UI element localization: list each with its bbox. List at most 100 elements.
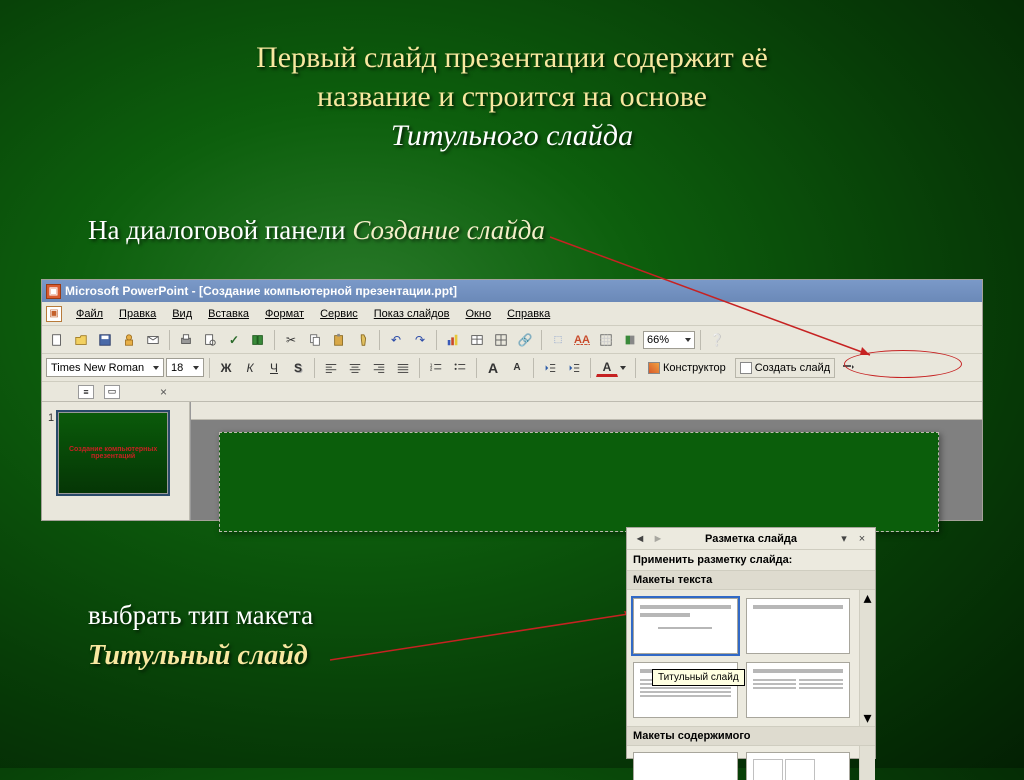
print-icon[interactable] — [175, 329, 197, 351]
layout-title-content[interactable]: Титульный слайд — [633, 662, 738, 718]
table-icon[interactable] — [466, 329, 488, 351]
help-icon[interactable]: ❔ — [706, 329, 728, 351]
body-text-1: На диалоговой панели Создание слайда — [88, 215, 545, 246]
font-color-icon[interactable]: A — [596, 358, 618, 377]
tables-borders-icon[interactable] — [490, 329, 512, 351]
numbered-list-icon[interactable]: 12 — [425, 357, 447, 379]
chart-icon[interactable] — [442, 329, 464, 351]
bold-button[interactable]: Ж — [215, 357, 237, 379]
pane-close-icon[interactable]: × — [854, 531, 870, 547]
title-line-1: Первый слайд презентации содержит её — [90, 38, 934, 77]
slides-tab-icon[interactable]: ▭ — [104, 385, 120, 399]
chevron-down-icon[interactable] — [620, 366, 626, 370]
workspace: 1 Создание компьютерных презентаций — [42, 402, 982, 520]
menubar: ▣ Файл Правка Вид Вставка Формат Сервис … — [42, 302, 982, 326]
layout-title-only[interactable] — [746, 598, 851, 654]
expand-all-icon[interactable]: ⬚ — [547, 329, 569, 351]
pane-section-text: Макеты текста — [627, 570, 875, 590]
slide-number: 1 — [48, 412, 54, 494]
layout-blank[interactable] — [633, 752, 738, 780]
scroll-down-icon[interactable]: ▾ — [860, 710, 875, 726]
font-size-combo[interactable]: 18 — [166, 358, 204, 377]
decrease-indent-icon[interactable] — [539, 357, 561, 379]
underline-button[interactable]: Ч — [263, 357, 285, 379]
svg-text:2: 2 — [430, 366, 433, 371]
slide-canvas[interactable] — [219, 432, 939, 532]
format-painter-icon[interactable] — [352, 329, 374, 351]
pane-menu-icon[interactable]: ▾ — [836, 531, 852, 547]
pane-fwd-icon[interactable]: ► — [650, 531, 666, 547]
separator — [209, 358, 210, 378]
save-icon[interactable] — [94, 329, 116, 351]
open-icon[interactable] — [70, 329, 92, 351]
designer-button[interactable]: Конструктор — [641, 358, 733, 378]
separator — [533, 358, 534, 378]
bulleted-list-icon[interactable] — [449, 357, 471, 379]
menu-edit[interactable]: Правка — [112, 306, 163, 322]
align-left-icon[interactable] — [320, 357, 342, 379]
show-formatting-icon[interactable]: A̱A̱ — [571, 329, 593, 351]
pane-scrollbar[interactable]: ▴ ▾ — [859, 590, 875, 726]
justify-icon[interactable] — [392, 357, 414, 379]
new-slide-button[interactable]: Создать слайд — [735, 358, 835, 378]
increase-indent-icon[interactable] — [563, 357, 585, 379]
body-text-2: выбрать тип макета — [88, 600, 313, 631]
chevron-down-icon — [193, 366, 199, 370]
cut-icon[interactable]: ✂ — [280, 329, 302, 351]
layout-content[interactable] — [746, 752, 851, 780]
outline-tab-icon[interactable]: ≡ — [78, 385, 94, 399]
menu-window[interactable]: Окно — [459, 306, 499, 322]
layout-title-slide[interactable] — [633, 598, 738, 654]
layout-tooltip: Титульный слайд — [652, 669, 745, 686]
layout-two-content[interactable] — [746, 662, 851, 718]
separator — [635, 358, 636, 378]
slide-thumbnail[interactable]: Создание компьютерных презентаций — [58, 412, 168, 494]
align-right-icon[interactable] — [368, 357, 390, 379]
menu-file[interactable]: Файл — [69, 306, 110, 322]
scroll-up-icon[interactable]: ▴ — [860, 590, 875, 606]
menu-insert[interactable]: Вставка — [201, 306, 256, 322]
separator — [379, 330, 380, 350]
italic-button[interactable]: К — [239, 357, 261, 379]
permissions-icon[interactable] — [118, 329, 140, 351]
pane-back-icon[interactable]: ◄ — [632, 531, 648, 547]
font-combo[interactable]: Times New Roman — [46, 358, 164, 377]
hyperlink-icon[interactable]: 🔗 — [514, 329, 536, 351]
toolbar-options-icon[interactable] — [837, 357, 859, 379]
standard-toolbar: ✓ ✂ ↶ ↷ 🔗 ⬚ A̱A̱ 66% ❔ — [42, 326, 982, 354]
undo-icon[interactable]: ↶ — [385, 329, 407, 351]
horizontal-ruler — [191, 402, 982, 420]
layout-grid: Титульный слайд — [627, 590, 856, 726]
chevron-down-icon — [153, 366, 159, 370]
pane-tabs: ≡ ▭ × — [42, 382, 982, 402]
print-preview-icon[interactable] — [199, 329, 221, 351]
separator — [419, 358, 420, 378]
research-icon[interactable] — [247, 329, 269, 351]
zoom-combo[interactable]: 66% — [643, 331, 695, 349]
pane-header: ◄ ► Разметка слайда ▾ × — [627, 528, 875, 550]
increase-font-icon[interactable]: A — [482, 357, 504, 379]
grid-icon[interactable] — [595, 329, 617, 351]
menu-slideshow[interactable]: Показ слайдов — [367, 306, 457, 322]
chevron-down-icon — [685, 338, 691, 342]
shadow-button[interactable]: S — [287, 357, 309, 379]
pane-scrollbar-2[interactable] — [859, 746, 875, 780]
spellcheck-icon[interactable]: ✓ — [223, 329, 245, 351]
email-icon[interactable] — [142, 329, 164, 351]
close-pane-icon[interactable]: × — [160, 385, 167, 399]
arrow-2 — [320, 605, 650, 675]
copy-icon[interactable] — [304, 329, 326, 351]
menu-tools[interactable]: Сервис — [313, 306, 365, 322]
powerpoint-icon: ▣ — [46, 284, 61, 299]
menu-format[interactable]: Формат — [258, 306, 311, 322]
menu-help[interactable]: Справка — [500, 306, 557, 322]
color-grayscale-icon[interactable] — [619, 329, 641, 351]
decrease-font-icon[interactable]: A — [506, 357, 528, 379]
align-center-icon[interactable] — [344, 357, 366, 379]
new-doc-icon[interactable] — [46, 329, 68, 351]
menu-view[interactable]: Вид — [165, 306, 199, 322]
redo-icon[interactable]: ↷ — [409, 329, 431, 351]
paste-icon[interactable] — [328, 329, 350, 351]
slides-panel: 1 Создание компьютерных презентаций — [42, 402, 190, 520]
powerpoint-screenshot: ▣ Microsoft PowerPoint - [Создание компь… — [42, 280, 982, 520]
